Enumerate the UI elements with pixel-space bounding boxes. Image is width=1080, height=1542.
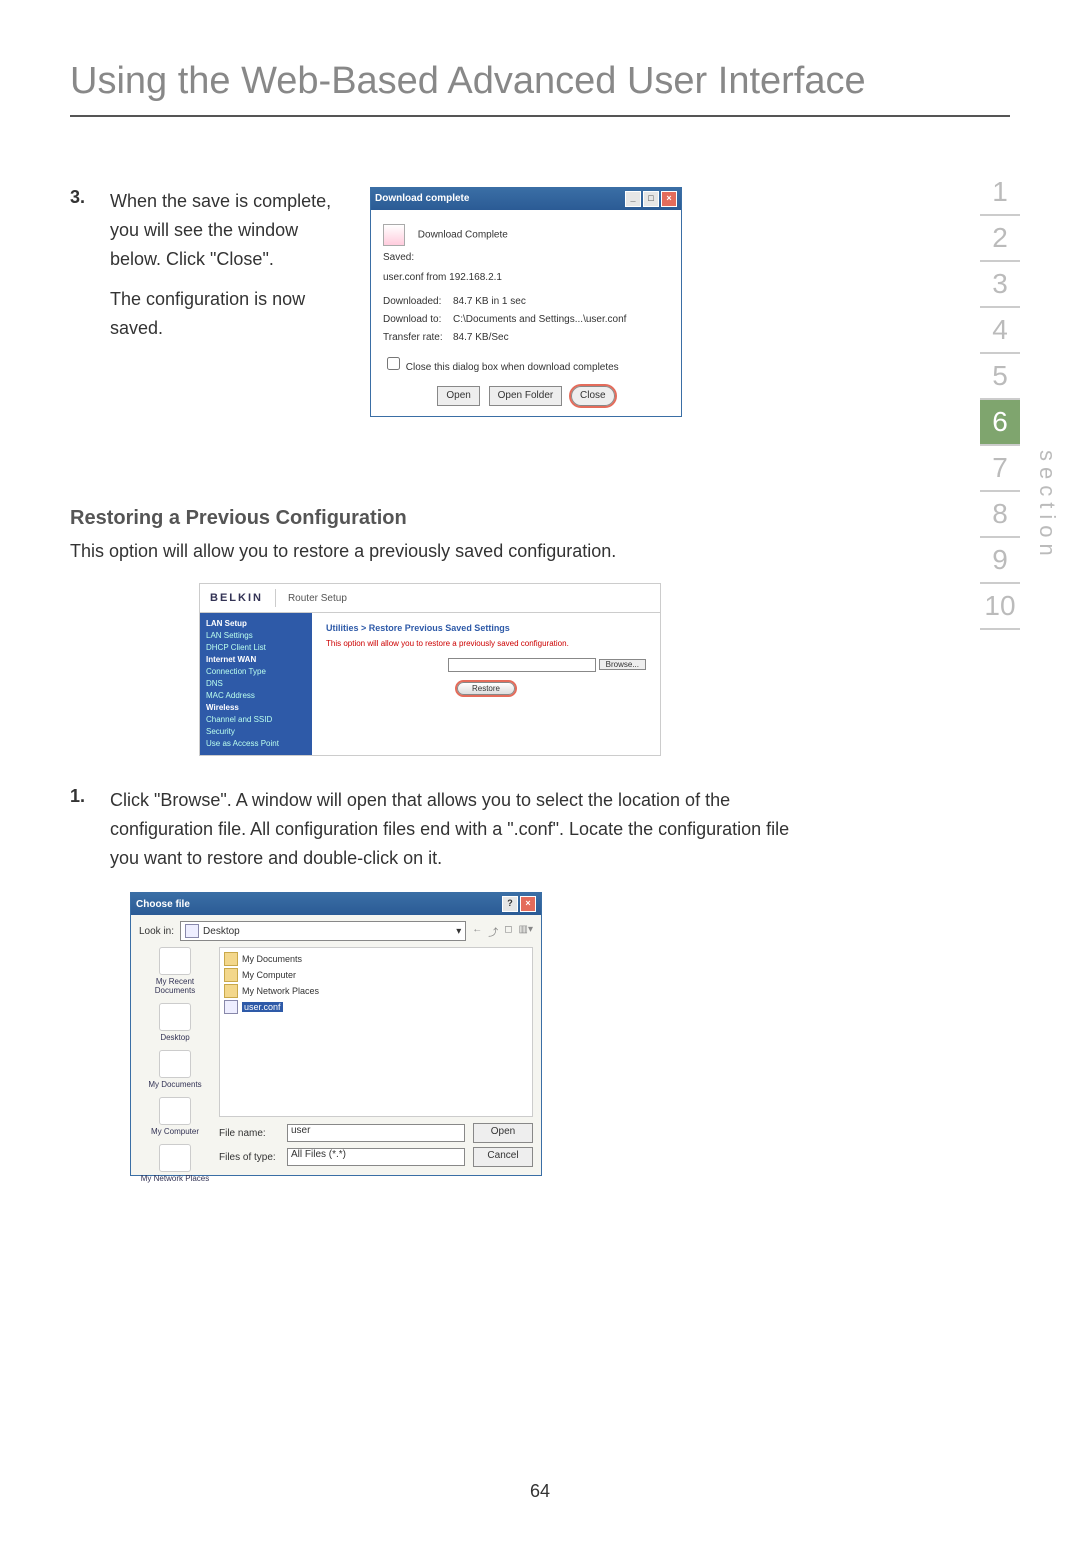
belkin-logo: BELKIN [210, 592, 263, 604]
dl-downloaded-label: Downloaded: [383, 294, 453, 310]
lookin-label: Look in: [139, 926, 174, 937]
nav-2[interactable]: 2 [980, 216, 1020, 262]
download-complete-dialog: Download complete _ □ × Down [370, 187, 682, 417]
dl-downloadto-value: C:\Documents and Settings...\user.conf [453, 312, 669, 328]
nav-3[interactable]: 3 [980, 262, 1020, 308]
file-userconf[interactable]: user.conf [224, 1000, 528, 1014]
dl-title: Download complete [375, 191, 469, 207]
nav-use-ap[interactable]: Use as Access Point [206, 738, 306, 750]
open-button[interactable]: Open [437, 386, 479, 406]
open-button[interactable]: Open [473, 1123, 533, 1143]
place-desktop[interactable]: Desktop [139, 1003, 211, 1042]
nav-10[interactable]: 10 [980, 584, 1020, 630]
restore-button[interactable]: Restore [457, 682, 515, 695]
new-folder-icon[interactable]: ◻ [504, 924, 512, 939]
belkin-router-panel: BELKIN Router Setup LAN Setup LAN Settin… [199, 583, 661, 756]
nav-wan[interactable]: Internet WAN [206, 654, 306, 666]
nav-lan-settings[interactable]: LAN Settings [206, 630, 306, 642]
browse-button[interactable]: Browse... [599, 659, 646, 670]
help-icon[interactable]: ? [502, 896, 518, 912]
restore-heading: Restoring a Previous Configuration [70, 507, 790, 530]
place-recent[interactable]: My Recent Documents [139, 947, 211, 995]
belkin-sidebar: LAN Setup LAN Settings DHCP Client List … [200, 613, 312, 755]
desktop-icon [185, 924, 199, 938]
file-mycomp[interactable]: My Computer [224, 968, 528, 982]
nav-5[interactable]: 5 [980, 354, 1020, 400]
maximize-icon[interactable]: □ [643, 191, 659, 207]
file-mynet[interactable]: My Network Places [224, 984, 528, 998]
folder-icon [224, 952, 238, 966]
filename-input[interactable]: user [287, 1124, 465, 1142]
close-icon[interactable]: × [661, 191, 677, 207]
nav-wireless[interactable]: Wireless [206, 702, 306, 714]
belkin-breadcrumb: Utilities > Restore Previous Saved Setti… [326, 623, 646, 633]
chevron-down-icon: ▾ [456, 926, 461, 937]
dl-saved-label: Saved: [383, 250, 669, 266]
dl-rate-value: 84.7 KB/Sec [453, 330, 669, 346]
section-label: section [1034, 450, 1060, 562]
dl-close-checkbox[interactable] [387, 357, 400, 370]
dl-heading: Download Complete [418, 230, 508, 241]
close-button[interactable]: Close [571, 386, 615, 406]
step3-text-b: The configuration is now saved. [110, 285, 350, 343]
choose-title: Choose file [136, 899, 190, 910]
belkin-file-input[interactable] [448, 658, 596, 672]
network-icon [224, 984, 238, 998]
filetype-label: Files of type: [219, 1152, 279, 1163]
nav-6[interactable]: 6 [980, 400, 1020, 446]
nav-8[interactable]: 8 [980, 492, 1020, 538]
section-nav: 1 2 3 4 5 6 7 8 9 10 section [960, 170, 1040, 630]
download-icon [383, 224, 405, 246]
nav-security[interactable]: Security [206, 726, 306, 738]
dl-rate-label: Transfer rate: [383, 330, 453, 346]
filename-label: File name: [219, 1128, 279, 1139]
up-icon[interactable]: ⤴ [488, 924, 498, 939]
page-number: 64 [0, 1481, 1080, 1502]
place-mynet[interactable]: My Network Places [139, 1144, 211, 1183]
belkin-title: Router Setup [288, 593, 347, 604]
step3-number: 3. [70, 187, 110, 208]
lookin-value: Desktop [203, 926, 240, 937]
dl-downloadto-label: Download to: [383, 312, 453, 328]
file-mydocs[interactable]: My Documents [224, 952, 528, 966]
cancel-button[interactable]: Cancel [473, 1147, 533, 1167]
step1-text: Click "Browse". A window will open that … [110, 786, 790, 872]
place-mydocs[interactable]: My Documents [139, 1050, 211, 1089]
open-folder-button[interactable]: Open Folder [489, 386, 563, 406]
nav-7[interactable]: 7 [980, 446, 1020, 492]
nav-dhcp[interactable]: DHCP Client List [206, 642, 306, 654]
dl-checkbox-label: Close this dialog box when download comp… [406, 362, 619, 373]
dl-downloaded-value: 84.7 KB in 1 sec [453, 294, 669, 310]
nav-9[interactable]: 9 [980, 538, 1020, 584]
close-icon[interactable]: × [520, 896, 536, 912]
file-list[interactable]: My Documents My Computer My Network Plac… [219, 947, 533, 1117]
back-icon[interactable]: ← [472, 924, 482, 939]
minimize-icon[interactable]: _ [625, 191, 641, 207]
nav-1[interactable]: 1 [980, 170, 1020, 216]
filetype-select[interactable]: All Files (*.*) [287, 1148, 465, 1166]
nav-conn-type[interactable]: Connection Type [206, 666, 306, 678]
restore-desc: This option will allow you to restore a … [70, 538, 790, 565]
dl-saved-value: user.conf from 192.168.2.1 [383, 270, 669, 286]
computer-icon [224, 968, 238, 982]
nav-lan-setup[interactable]: LAN Setup [206, 618, 306, 630]
nav-4[interactable]: 4 [980, 308, 1020, 354]
nav-channel[interactable]: Channel and SSID [206, 714, 306, 726]
lookin-select[interactable]: Desktop ▾ [180, 921, 466, 941]
nav-mac[interactable]: MAC Address [206, 690, 306, 702]
place-mycomp[interactable]: My Computer [139, 1097, 211, 1136]
step1-number: 1. [70, 786, 110, 807]
step3-text-a: When the save is complete, you will see … [110, 187, 350, 273]
choose-file-dialog: Choose file ? × Look in: Desktop ▾ ← [130, 892, 542, 1176]
page-title: Using the Web-Based Advanced User Interf… [70, 60, 1010, 117]
file-icon [224, 1000, 238, 1014]
belkin-desc: This option will allow you to restore a … [326, 639, 646, 648]
nav-dns[interactable]: DNS [206, 678, 306, 690]
views-icon[interactable]: ▥▾ [519, 924, 533, 939]
